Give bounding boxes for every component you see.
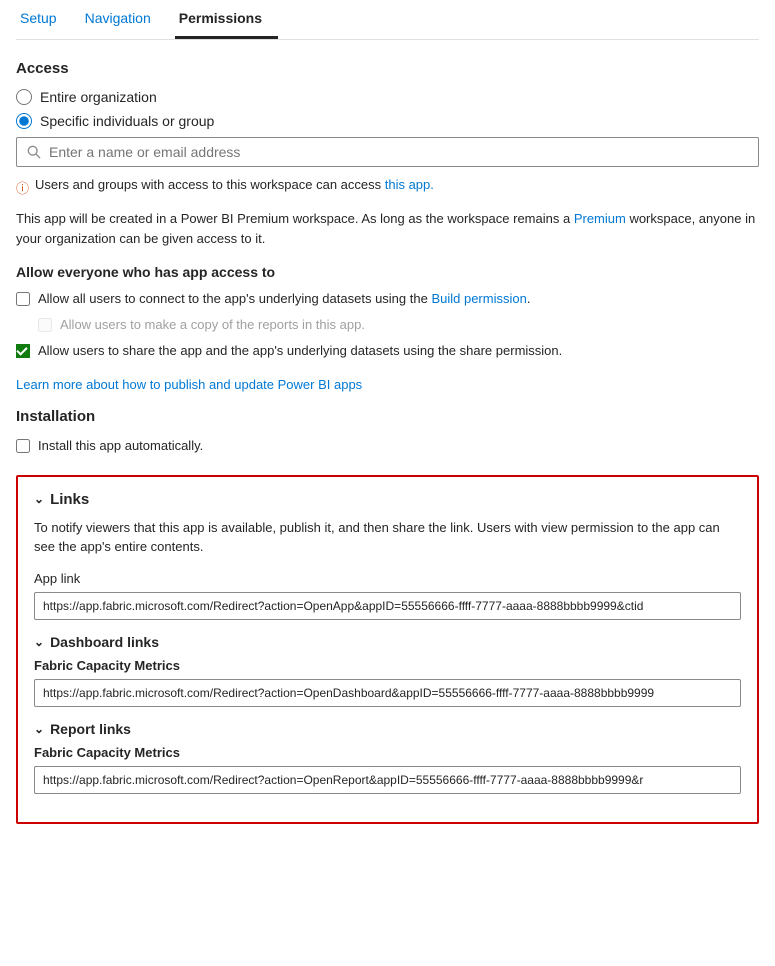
search-icon	[27, 145, 41, 159]
checkbox-copy-label: Allow users to make a copy of the report…	[60, 316, 365, 334]
org-orange-text: organization	[80, 89, 156, 105]
app-link-label: App link	[34, 571, 741, 586]
dashboard-chevron-icon: ⌄	[34, 635, 44, 649]
report-links-header: ⌄ Report links	[34, 721, 741, 737]
info-row: ⓘ Users and groups with access to this w…	[16, 177, 759, 197]
tabs-bar: Setup Navigation Permissions	[16, 0, 759, 40]
checkbox-copy-reports[interactable]	[38, 318, 52, 332]
premium-link[interactable]: Premium	[574, 211, 626, 226]
checkbox-install-auto[interactable]	[16, 439, 30, 453]
report-links-heading: Report links	[50, 721, 131, 737]
links-section: ⌄ Links To notify viewers that this app …	[16, 475, 759, 824]
chevron-down-icon: ⌄	[34, 492, 44, 506]
radio-entire-label: Entire organization	[40, 89, 157, 105]
access-heading: Access	[16, 60, 759, 77]
app-link-input[interactable]	[34, 592, 741, 620]
radio-specific-group[interactable]	[16, 113, 32, 129]
info-text: Users and groups with access to this wor…	[35, 177, 434, 192]
info-icon: ⓘ	[16, 178, 29, 197]
links-description: To notify viewers that this app is avail…	[34, 518, 741, 557]
links-heading: Links	[50, 491, 89, 508]
checkbox-row-install: Install this app automatically.	[16, 437, 759, 455]
report-item-name-0: Fabric Capacity Metrics	[34, 745, 741, 760]
installation-heading: Installation	[16, 408, 759, 425]
allow-everyone-heading: Allow everyone who has app access to	[16, 264, 759, 280]
this-app-link[interactable]: this app.	[385, 177, 434, 192]
report-link-group-0: Fabric Capacity Metrics	[34, 745, 741, 794]
radio-specific-label: Specific individuals or group	[40, 113, 214, 129]
page-container: Setup Navigation Permissions Access Enti…	[0, 0, 775, 848]
radio-row-entire: Entire organization	[16, 89, 759, 105]
tab-setup[interactable]: Setup	[16, 0, 73, 39]
report-chevron-icon: ⌄	[34, 722, 44, 736]
checkbox-share-app[interactable]	[16, 344, 30, 358]
allow-everyone-section: Allow everyone who has app access to All…	[16, 264, 759, 361]
checkbox-share-label: Allow users to share the app and the app…	[38, 342, 562, 360]
radio-row-specific: Specific individuals or group	[16, 113, 759, 129]
checkbox-build-label: Allow all users to connect to the app's …	[38, 290, 530, 308]
premium-note: This app will be created in a Power BI P…	[16, 209, 759, 248]
dashboard-links-header: ⌄ Dashboard links	[34, 634, 741, 650]
app-link-group: App link	[34, 571, 741, 620]
checkbox-row-build: Allow all users to connect to the app's …	[16, 290, 759, 308]
checkbox-row-share: Allow users to share the app and the app…	[16, 342, 759, 360]
tab-navigation[interactable]: Navigation	[81, 0, 167, 39]
dashboard-links-heading: Dashboard links	[50, 634, 159, 650]
search-box[interactable]	[16, 137, 759, 167]
learn-more-link[interactable]: Learn more about how to publish and upda…	[16, 377, 759, 392]
dashboard-link-group-0: Fabric Capacity Metrics	[34, 658, 741, 707]
checkbox-row-copy: Allow users to make a copy of the report…	[38, 316, 759, 334]
report-link-input-0[interactable]	[34, 766, 741, 794]
search-input[interactable]	[49, 144, 748, 160]
checkbox-install-label: Install this app automatically.	[38, 437, 203, 455]
checkbox-build-permission[interactable]	[16, 292, 30, 306]
access-section: Access Entire organization Specific indi…	[16, 60, 759, 248]
radio-entire-org[interactable]	[16, 89, 32, 105]
installation-section: Installation Install this app automatica…	[16, 408, 759, 455]
dashboard-item-name-0: Fabric Capacity Metrics	[34, 658, 741, 673]
dashboard-link-input-0[interactable]	[34, 679, 741, 707]
tab-permissions[interactable]: Permissions	[175, 0, 278, 39]
links-section-header: ⌄ Links	[34, 491, 741, 508]
build-permission-link[interactable]: Build permission	[431, 291, 526, 306]
